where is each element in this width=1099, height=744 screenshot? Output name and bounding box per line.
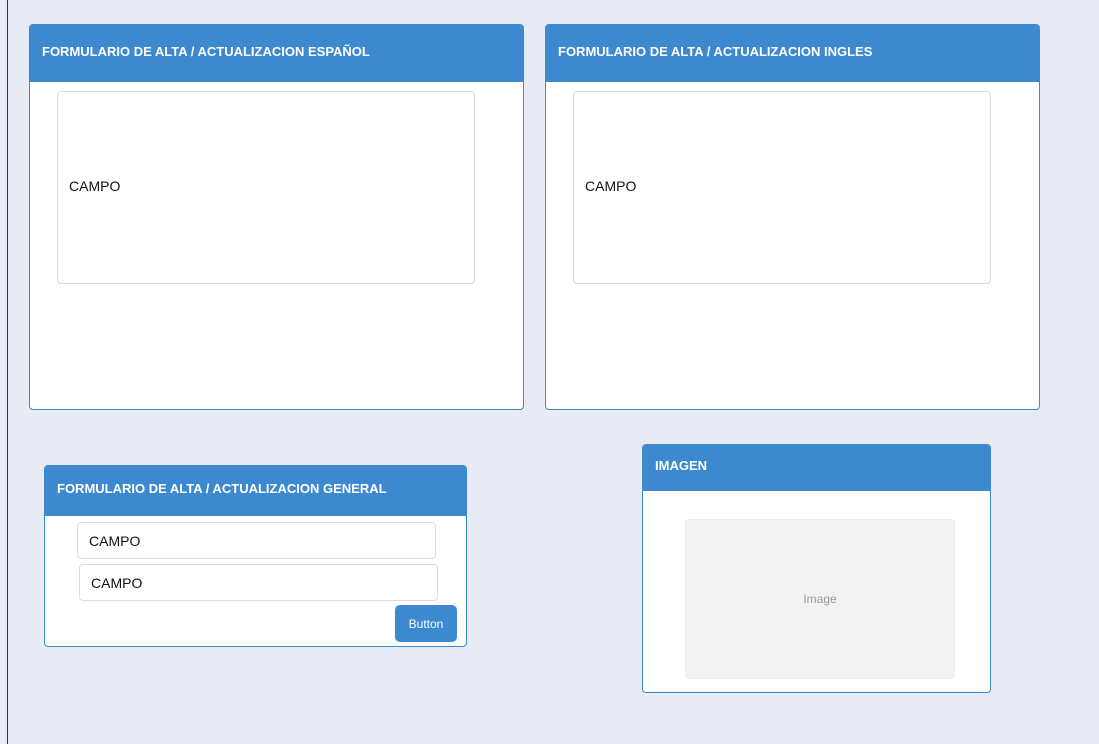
general-form-panel: FORMULARIO DE ALTA / ACTUALIZACION GENER… <box>44 465 467 647</box>
english-form-header: FORMULARIO DE ALTA / ACTUALIZACION INGLE… <box>546 25 1039 82</box>
image-panel: IMAGEN Image <box>642 444 991 693</box>
general-campo-input-1[interactable] <box>77 522 436 559</box>
english-form-panel: FORMULARIO DE ALTA / ACTUALIZACION INGLE… <box>545 24 1040 410</box>
image-placeholder[interactable]: Image <box>685 519 955 679</box>
general-submit-button[interactable]: Button <box>395 605 457 642</box>
spanish-form-panel: FORMULARIO DE ALTA / ACTUALIZACION ESPAÑ… <box>29 24 524 410</box>
general-form-header: FORMULARIO DE ALTA / ACTUALIZACION GENER… <box>45 466 466 516</box>
spanish-form-header: FORMULARIO DE ALTA / ACTUALIZACION ESPAÑ… <box>30 25 523 82</box>
english-campo-label: CAMPO <box>585 178 637 194</box>
general-form-title: FORMULARIO DE ALTA / ACTUALIZACION GENER… <box>57 481 387 496</box>
left-border-line <box>7 0 8 744</box>
image-panel-header: IMAGEN <box>643 445 990 491</box>
spanish-campo-label: CAMPO <box>69 178 121 194</box>
image-placeholder-label: Image <box>803 592 837 606</box>
spanish-campo-field[interactable]: CAMPO <box>57 91 475 284</box>
english-campo-field[interactable]: CAMPO <box>573 91 991 284</box>
general-campo-input-2[interactable] <box>79 564 438 601</box>
spanish-form-title: FORMULARIO DE ALTA / ACTUALIZACION ESPAÑ… <box>42 44 370 59</box>
english-form-title: FORMULARIO DE ALTA / ACTUALIZACION INGLE… <box>558 44 873 59</box>
image-panel-title: IMAGEN <box>655 458 707 473</box>
